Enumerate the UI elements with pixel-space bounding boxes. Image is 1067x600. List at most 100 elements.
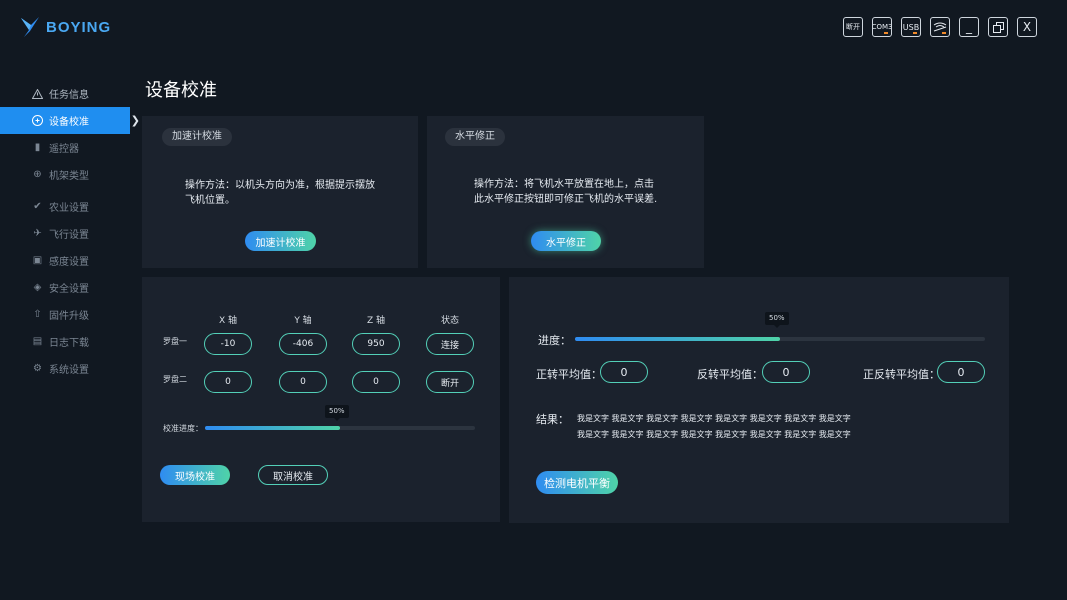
compass-progress-track [205, 426, 475, 430]
sidebar-item-frame-type[interactable]: ⊕ 机架类型 [0, 161, 134, 188]
compass1-z-value: 950 [352, 333, 400, 355]
result-text-line1: 我是文字 我是文字 我是文字 我是文字 我是文字 我是文字 我是文字 我是文字 [577, 414, 851, 423]
sidebar-item-agriculture[interactable]: ✔ 农业设置 [0, 193, 134, 220]
sidebar: 任务信息 设备校准 ❯ ▮ 遥控器 ⊕ 机架类型 ✔ 农业设置 ✈ 飞行设置 ▣… [0, 80, 140, 382]
header-status: 状态 [440, 316, 459, 326]
compass2-y-value: 0 [279, 371, 327, 393]
compass-progress-tooltip: 50% [325, 405, 349, 421]
result-label: 结果： [536, 413, 569, 426]
compass2-label: 罗盘二 [163, 375, 187, 384]
compass-progress-fill [205, 426, 340, 430]
header-z-axis: Z 轴 [366, 316, 386, 326]
motor-progress-fill [575, 337, 780, 341]
sidebar-item-sensitivity[interactable]: ▣ 感度设置 [0, 247, 134, 274]
detect-motor-balance-button[interactable]: 检测电机平衡 [536, 471, 618, 494]
sidebar-item-mission-info[interactable]: 任务信息 [0, 80, 134, 107]
field-calibrate-button[interactable]: 现场校准 [160, 465, 230, 485]
accel-calibrate-button[interactable]: 加速计校准 [245, 231, 316, 251]
chevron-right-icon: ❯ [130, 114, 140, 127]
log-icon: ▤ [32, 336, 43, 347]
compass-calibration-panel: X 轴 Y 轴 Z 轴 状态 罗盘一 -10 -406 950 连接 罗盘二 0… [142, 277, 500, 522]
sidebar-item-label: 机架类型 [49, 171, 89, 182]
level-chip: 水平修正 [445, 128, 505, 146]
usb-button[interactable]: USB [901, 17, 921, 37]
level-description: 操作方法：将飞机水平放置在地上，点击 此水平修正按钮即可修正飞机的水平误差. [474, 177, 657, 207]
sidebar-item-firmware[interactable]: ⇧ 固件升级 [0, 301, 134, 328]
signal-status-dot [942, 32, 946, 34]
sidebar-item-label: 遥控器 [49, 144, 79, 155]
both-average-value: 0 [937, 361, 985, 383]
result-text-line2: 我是文字 我是文字 我是文字 我是文字 我是文字 我是文字 我是文字 我是文字 [577, 430, 851, 439]
warning-icon [32, 88, 43, 99]
sidebar-item-label: 系统设置 [49, 365, 89, 376]
signal-button[interactable] [930, 17, 950, 37]
accel-calibration-panel: 加速计校准 操作方法：以机头方向为准，根据提示摆放 飞机位置。 加速计校准 [142, 116, 418, 268]
compass2-z-value: 0 [352, 371, 400, 393]
motor-balance-panel: 50% 进度： 正转平均值： 0 反转平均值： 0 正反转平均值： 0 结果： … [509, 277, 1009, 523]
upgrade-icon: ⇧ [33, 309, 42, 320]
sidebar-item-device-calibration[interactable]: 设备校准 ❯ [0, 107, 140, 134]
forward-average-value: 0 [600, 361, 648, 383]
accel-description-line1: 操作方法：以机头方向为准，根据提示摆放 [185, 180, 375, 191]
sidebar-item-label: 安全设置 [49, 284, 89, 295]
reverse-average-label: 反转平均值： [697, 368, 763, 381]
motor-progress-label: 进度： [538, 334, 571, 347]
restore-button[interactable] [988, 17, 1008, 37]
minimize-button[interactable]: _ [959, 17, 979, 37]
com-port-label: COM3 [872, 23, 892, 31]
remote-icon: ▮ [34, 142, 41, 153]
accel-chip: 加速计校准 [162, 128, 232, 146]
compass1-status-button[interactable]: 连接 [426, 333, 474, 355]
header-y-axis: Y 轴 [294, 316, 312, 326]
sidebar-item-remote[interactable]: ▮ 遥控器 [0, 134, 134, 161]
shield-icon: ◈ [33, 282, 42, 293]
cancel-calibration-button[interactable]: 取消校准 [258, 465, 328, 485]
sidebar-item-system[interactable]: ⚙ 系统设置 [0, 355, 134, 382]
sidebar-item-label: 设备校准 [49, 117, 89, 128]
both-average-label: 正反转平均值： [863, 368, 940, 381]
window-controls: 断开 COM3 USB _ X [843, 17, 1037, 37]
close-button[interactable]: X [1017, 17, 1037, 37]
sidebar-item-label: 感度设置 [49, 257, 89, 268]
sidebar-item-label: 飞行设置 [49, 230, 89, 241]
boying-logo-icon [21, 17, 39, 37]
calibration-icon [32, 115, 43, 126]
compass2-status-button[interactable]: 断开 [426, 371, 474, 393]
gear-icon: ⚙ [33, 363, 42, 374]
accel-description: 操作方法：以机头方向为准，根据提示摆放 飞机位置。 [185, 178, 375, 208]
com-port-button[interactable]: COM3 [872, 17, 892, 37]
level-correct-button[interactable]: 水平修正 [531, 231, 601, 251]
com-status-dot [884, 32, 888, 34]
brand-name: BOYING [46, 18, 112, 36]
level-correction-panel: 水平修正 操作方法：将飞机水平放置在地上，点击 此水平修正按钮即可修正飞机的水平… [427, 116, 704, 268]
frame-icon: ⊕ [33, 169, 42, 180]
compass2-x-value: 0 [204, 371, 252, 393]
compass1-x-value: -10 [204, 333, 252, 355]
disconnect-button[interactable]: 断开 [843, 17, 863, 37]
reverse-average-value: 0 [762, 361, 810, 383]
compass1-label: 罗盘一 [163, 337, 187, 346]
forward-average-label: 正转平均值： [536, 368, 602, 381]
page-title: 设备校准 [145, 80, 217, 101]
leaf-icon: ✔ [33, 201, 42, 212]
sidebar-item-label: 农业设置 [49, 203, 89, 214]
usb-label: USB [902, 22, 920, 32]
restore-icon [992, 21, 1004, 33]
sidebar-item-label: 日志下载 [49, 338, 89, 349]
level-description-line2: 此水平修正按钮即可修正飞机的水平误差. [474, 194, 658, 205]
motor-progress-tooltip: 50% [765, 312, 789, 328]
compass-progress-label: 校准进度： [163, 424, 203, 433]
sidebar-item-log-download[interactable]: ▤ 日志下载 [0, 328, 134, 355]
brand-logo: BOYING [20, 16, 111, 38]
usb-status-dot [913, 32, 917, 34]
sidebar-item-label: 固件升级 [49, 311, 89, 322]
sidebar-item-flight[interactable]: ✈ 飞行设置 [0, 220, 134, 247]
signal-icon [933, 22, 947, 32]
plane-icon: ✈ [33, 228, 42, 239]
accel-description-line2: 飞机位置。 [185, 195, 235, 206]
level-description-line1: 操作方法：将飞机水平放置在地上，点击 [474, 179, 654, 190]
sidebar-item-label: 任务信息 [49, 90, 89, 101]
sidebar-item-security[interactable]: ◈ 安全设置 [0, 274, 134, 301]
sensitivity-icon: ▣ [32, 255, 43, 266]
motor-progress-track [575, 337, 985, 341]
